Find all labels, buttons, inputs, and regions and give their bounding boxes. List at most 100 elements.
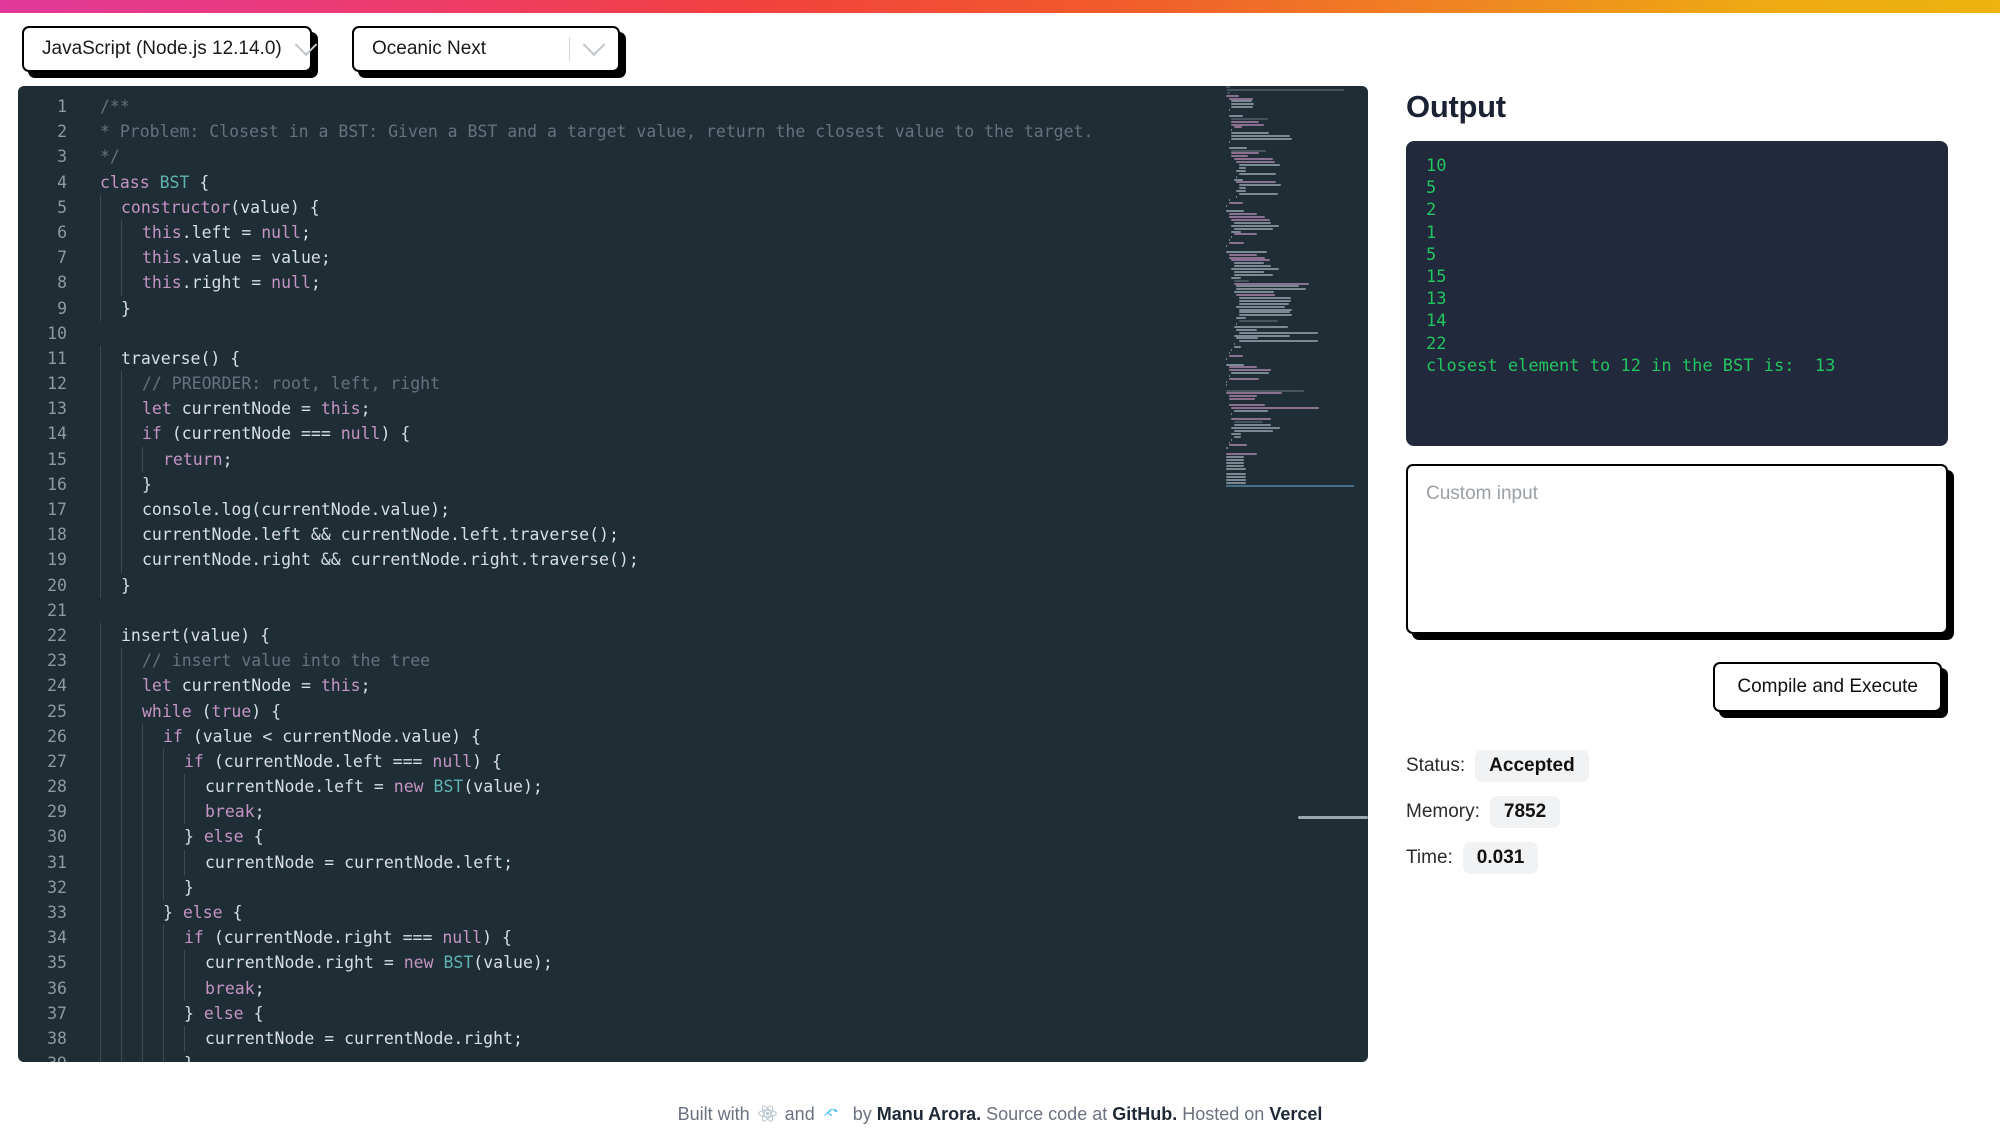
footer-vercel-link[interactable]: Vercel	[1269, 1104, 1322, 1124]
code-editor[interactable]: 1234567891011121314151617181920212223242…	[18, 86, 1368, 1062]
editor-vertical-scrollbar[interactable]	[1356, 86, 1366, 1062]
line-number: 27	[18, 749, 80, 774]
line-number: 39	[18, 1051, 80, 1062]
code-line: this.value = value;	[80, 245, 1368, 270]
right-pane: Output 10 5 2 1 5 15 13 14 22 closest el…	[1368, 86, 2000, 1086]
theme-select[interactable]: Oceanic Next	[352, 26, 620, 72]
code-line: /**	[80, 94, 1368, 119]
chevron-down-icon[interactable]	[298, 41, 314, 57]
line-number: 35	[18, 950, 80, 975]
footer-hosted-on: Hosted on	[1182, 1104, 1264, 1124]
line-number: 3	[18, 144, 80, 169]
footer-github-link[interactable]: GitHub.	[1112, 1104, 1177, 1124]
language-select-box[interactable]: JavaScript (Node.js 12.14.0)	[22, 26, 312, 72]
line-number: 6	[18, 220, 80, 245]
line-number: 31	[18, 850, 80, 875]
code-line: this.left = null;	[80, 220, 1368, 245]
code-content[interactable]: /*** Problem: Closest in a BST: Given a …	[80, 86, 1368, 1062]
line-number: 15	[18, 447, 80, 472]
main-area: 1234567891011121314151617181920212223242…	[0, 86, 2000, 1086]
code-line: return;	[80, 447, 1368, 472]
line-number: 14	[18, 421, 80, 446]
code-line: insert(value) {	[80, 623, 1368, 648]
code-line: // insert value into the tree	[80, 648, 1368, 673]
line-number: 29	[18, 799, 80, 824]
footer-built-with: Built with	[678, 1104, 750, 1124]
line-number: 8	[18, 270, 80, 295]
footer-and: and	[785, 1104, 815, 1124]
code-line: break;	[80, 799, 1368, 824]
status-badge: Accepted	[1475, 750, 1589, 782]
toolbar: JavaScript (Node.js 12.14.0) Oceanic Nex…	[0, 13, 2000, 86]
line-number: 10	[18, 321, 80, 346]
line-number: 24	[18, 673, 80, 698]
code-line: // PREORDER: root, left, right	[80, 371, 1368, 396]
custom-input-textarea[interactable]	[1406, 464, 1948, 634]
line-number: 19	[18, 547, 80, 572]
footer-by: by	[853, 1104, 872, 1124]
code-line: }	[80, 472, 1368, 497]
theme-select-box[interactable]: Oceanic Next	[352, 26, 620, 72]
code-line: while (true) {	[80, 699, 1368, 724]
action-row: Compile and Execute	[1406, 662, 1948, 712]
code-line: constructor(value) {	[80, 195, 1368, 220]
code-line: let currentNode = this;	[80, 673, 1368, 698]
line-number: 9	[18, 296, 80, 321]
code-line: }	[80, 1051, 1368, 1062]
line-number: 38	[18, 1026, 80, 1051]
code-line: console.log(currentNode.value);	[80, 497, 1368, 522]
code-line: } else {	[80, 900, 1368, 925]
compile-and-execute-button[interactable]: Compile and Execute	[1713, 662, 1942, 712]
code-line: if (value < currentNode.value) {	[80, 724, 1368, 749]
editor-pane: 1234567891011121314151617181920212223242…	[18, 86, 1368, 1062]
line-number: 32	[18, 875, 80, 900]
stat-value: 0.031	[1463, 842, 1539, 874]
code-line: } else {	[80, 824, 1368, 849]
chevron-down-icon[interactable]	[570, 41, 618, 57]
code-line	[80, 598, 1368, 623]
language-select[interactable]: JavaScript (Node.js 12.14.0)	[22, 26, 312, 72]
editor-horizontal-scrollbar[interactable]	[1298, 816, 1368, 819]
line-number: 33	[18, 900, 80, 925]
code-line: if (currentNode.right === null) {	[80, 925, 1368, 950]
footer-source-code-at: Source code at	[986, 1104, 1107, 1124]
line-number: 1	[18, 94, 80, 119]
line-number: 7	[18, 245, 80, 270]
code-line: }	[80, 296, 1368, 321]
footer: Built with and by Manu Arora. Source cod…	[0, 1104, 2000, 1128]
code-line: break;	[80, 976, 1368, 1001]
stat-label: Memory:	[1406, 801, 1480, 823]
line-number-gutter: 1234567891011121314151617181920212223242…	[18, 86, 80, 1062]
code-line: currentNode.right && currentNode.right.t…	[80, 547, 1368, 572]
execution-stats: Status: Accepted Memory: 7852 Time: 0.031	[1406, 750, 1948, 874]
theme-select-value: Oceanic Next	[354, 38, 569, 60]
code-line: * Problem: Closest in a BST: Given a BST…	[80, 119, 1368, 144]
stat-label: Status:	[1406, 755, 1465, 777]
output-console: 10 5 2 1 5 15 13 14 22 closest element t…	[1406, 141, 1948, 446]
code-line: }	[80, 573, 1368, 598]
line-number: 17	[18, 497, 80, 522]
code-line: currentNode.right = new BST(value);	[80, 950, 1368, 975]
code-line: currentNode.left && currentNode.left.tra…	[80, 522, 1368, 547]
line-number: 22	[18, 623, 80, 648]
stat-value: 7852	[1490, 796, 1560, 828]
code-line: }	[80, 875, 1368, 900]
line-number: 4	[18, 170, 80, 195]
code-line: if (currentNode.left === null) {	[80, 749, 1368, 774]
top-gradient-bar	[0, 0, 2000, 13]
line-number: 25	[18, 699, 80, 724]
code-line: */	[80, 144, 1368, 169]
line-number: 37	[18, 1001, 80, 1026]
line-number: 34	[18, 925, 80, 950]
output-title: Output	[1406, 89, 1948, 125]
line-number: 36	[18, 976, 80, 1001]
footer-author[interactable]: Manu Arora.	[877, 1104, 981, 1124]
code-line: currentNode = currentNode.left;	[80, 850, 1368, 875]
line-number: 12	[18, 371, 80, 396]
code-line: currentNode.left = new BST(value);	[80, 774, 1368, 799]
tailwind-icon	[823, 1107, 845, 1128]
line-number: 30	[18, 824, 80, 849]
stat-row: Memory: 7852	[1406, 796, 1948, 828]
stat-label: Time:	[1406, 847, 1453, 869]
line-number: 23	[18, 648, 80, 673]
